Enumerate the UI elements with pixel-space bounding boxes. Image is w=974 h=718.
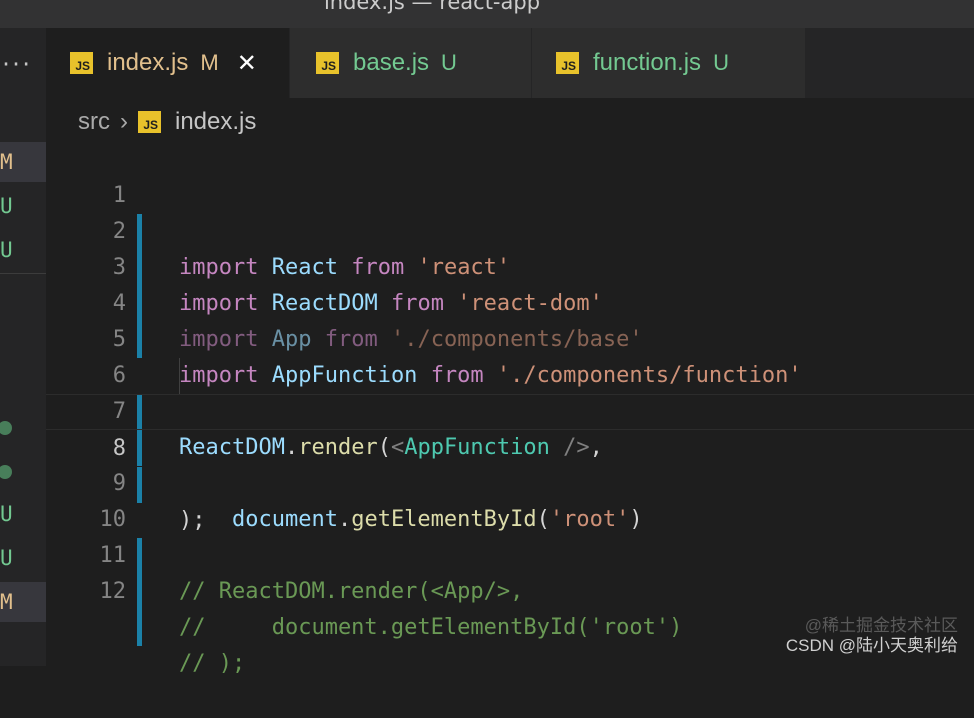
git-status-badge: U	[441, 50, 457, 75]
more-actions-icon[interactable]: ···	[0, 52, 32, 76]
code-editor[interactable]: 1 import React from 'react' 2 import Rea…	[46, 142, 974, 676]
explorer-sidebar: ··· M U U U U M	[0, 28, 46, 666]
git-status-badge: M	[200, 50, 219, 75]
javascript-file-icon: JS	[138, 111, 161, 133]
javascript-file-icon: JS	[70, 52, 93, 74]
tab-label: index.js	[107, 49, 189, 76]
git-status-badge: U	[713, 50, 729, 75]
git-dot-icon	[0, 465, 12, 479]
code-line[interactable]: 3 import App from './components/base'	[46, 214, 974, 352]
git-modified-gutter	[137, 574, 142, 610]
breadcrumb: src › JS index.js	[78, 104, 256, 140]
code-line[interactable]: 12 // );	[46, 538, 974, 676]
sidebar-divider	[0, 273, 46, 274]
code-line[interactable]: 2 import ReactDOM from 'react-dom'	[46, 178, 974, 316]
watermark: @稀土掘金技术社区 CSDN @陆小天奥利给	[786, 616, 958, 656]
watermark-line: @稀土掘金技术社区	[804, 616, 958, 635]
javascript-file-icon: JS	[556, 52, 579, 74]
explorer-item-status-untracked[interactable]: U	[0, 494, 46, 534]
explorer-item-status-untracked[interactable]: U	[0, 538, 46, 578]
explorer-item-status-untracked[interactable]: U	[0, 230, 46, 270]
code-line[interactable]: 10 // ReactDOM.render(<App/>,	[46, 466, 974, 604]
line-number: 12	[99, 579, 127, 604]
tab-index-js[interactable]: JS index.js M ✕	[46, 28, 290, 98]
code-line[interactable]: 6 ReactDOM.render(<AppFunction />,	[46, 322, 974, 460]
watermark-line: CSDN @陆小天奥利给	[785, 636, 958, 655]
javascript-file-icon: JS	[316, 52, 339, 74]
explorer-item-status-modified[interactable]: M	[0, 142, 46, 182]
explorer-item-status-untracked[interactable]: U	[0, 186, 46, 226]
git-modified-gutter	[137, 610, 142, 646]
explorer-item-status-modified[interactable]: M	[0, 582, 46, 622]
code-comment: // );	[179, 651, 246, 676]
indent-guide	[179, 358, 180, 394]
code-comment: // document.getElementById('root')	[179, 615, 683, 640]
code-line[interactable]: 11 // document.getElementById('root')	[46, 502, 974, 640]
close-icon[interactable]: ✕	[237, 49, 257, 77]
code-line[interactable]: 5	[46, 286, 974, 352]
tab-label: function.js	[593, 49, 702, 76]
code-comment: // ReactDOM.render(<App/>,	[179, 579, 524, 604]
code-line[interactable]: 1 import React from 'react'	[46, 142, 974, 280]
code-line[interactable]: 7 document.getElementById('root')	[46, 358, 974, 532]
window-title: index.js — react-app	[323, 0, 541, 14]
code-line-current[interactable]: 8 );	[46, 394, 974, 533]
breadcrumb-file[interactable]: index.js	[175, 108, 256, 136]
chevron-right-icon: ›	[120, 108, 128, 135]
editor-tab-bar: JS index.js M ✕ JS base.js U JS function…	[46, 28, 974, 98]
code-line[interactable]: 9	[46, 430, 974, 496]
git-dot-icon	[0, 421, 12, 435]
code-line[interactable]: 4 import AppFunction from './components/…	[46, 250, 974, 388]
window-titlebar: index.js — react-app	[0, 0, 974, 28]
tab-function-js[interactable]: JS function.js U	[532, 28, 806, 98]
tab-base-js[interactable]: JS base.js U	[290, 28, 532, 98]
breadcrumb-folder[interactable]: src	[78, 108, 110, 136]
tab-label: base.js	[353, 49, 430, 76]
